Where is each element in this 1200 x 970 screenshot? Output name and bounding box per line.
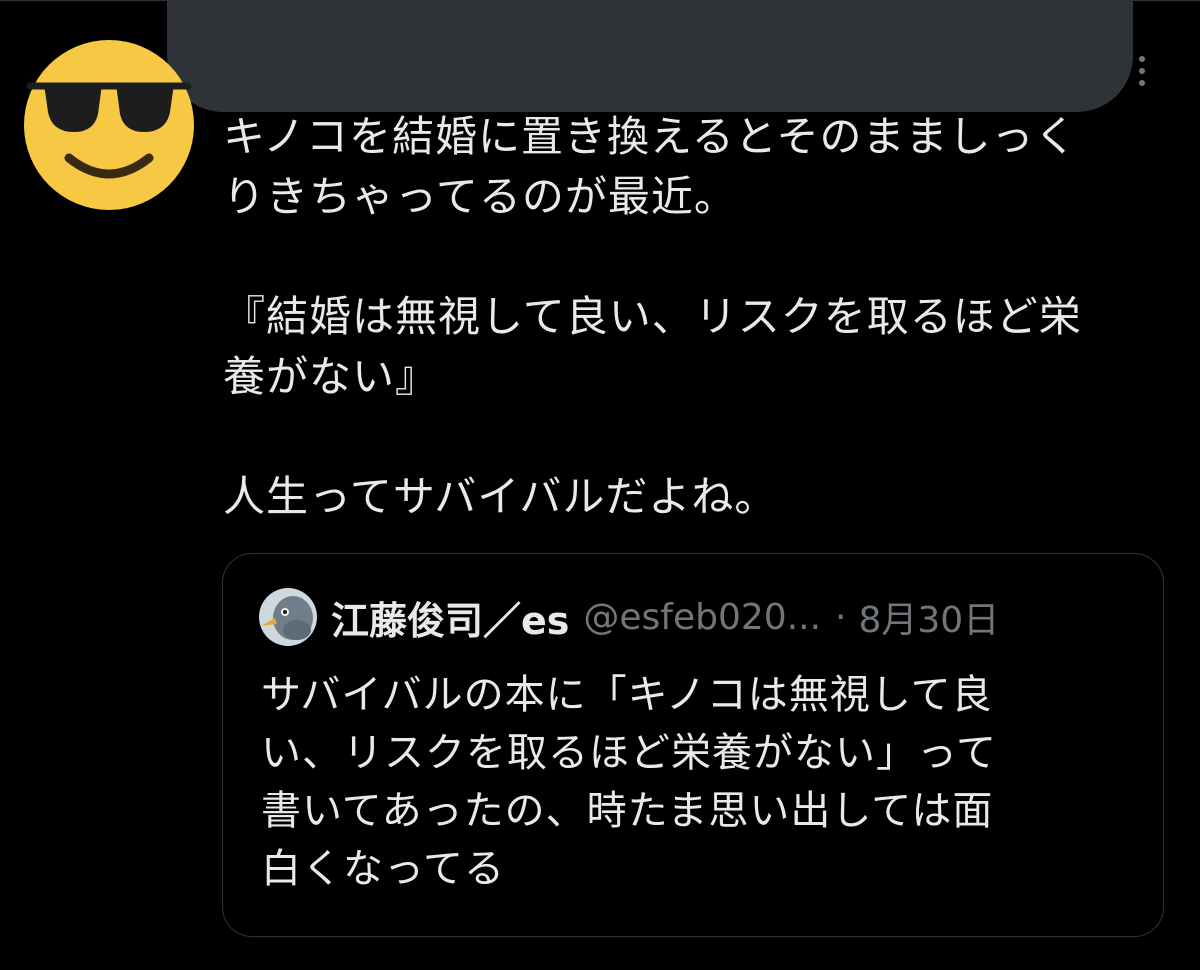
quoted-author-handle[interactable]: @esfeb020... xyxy=(583,597,821,638)
tweet-text: キノコを結婚に置き換えるとそのまましっく りきちゃってるのが最近。 『結婚は無視… xyxy=(223,107,1173,527)
quoted-tweet-date[interactable]: 8月30日 xyxy=(858,591,999,643)
more-options-icon[interactable] xyxy=(1132,56,1152,96)
sunglasses-emoji-icon xyxy=(24,40,194,210)
quoted-tweet-text: サバイバルの本に「キノコは無視して良 い、リスクを取るほど栄養がない」って 書い… xyxy=(261,672,997,892)
author-avatar[interactable] xyxy=(24,40,194,214)
redacted-header xyxy=(167,0,1133,112)
pigeon-avatar-icon xyxy=(259,588,317,646)
quoted-author-avatar[interactable] xyxy=(259,588,317,646)
tweet-paragraph-3: 人生ってサバイバルだよね。 xyxy=(223,472,778,521)
quoted-tweet-header: 江藤俊司／es @esfeb020... · 8月30日 xyxy=(259,588,999,646)
header-separator: · xyxy=(835,596,847,638)
tweet-paragraph-2: 『結婚は無視して良い、リスクを取るほど栄 養がない』 xyxy=(223,292,1082,401)
quoted-tweet-card[interactable]: 江藤俊司／es @esfeb020... · 8月30日 サバイバルの本に「キノ… xyxy=(222,553,1164,937)
quoted-author-name[interactable]: 江藤俊司／es xyxy=(331,590,569,645)
tweet-paragraph-1: キノコを結婚に置き換えるとそのまましっく りきちゃってるのが最近。 xyxy=(223,112,1078,221)
